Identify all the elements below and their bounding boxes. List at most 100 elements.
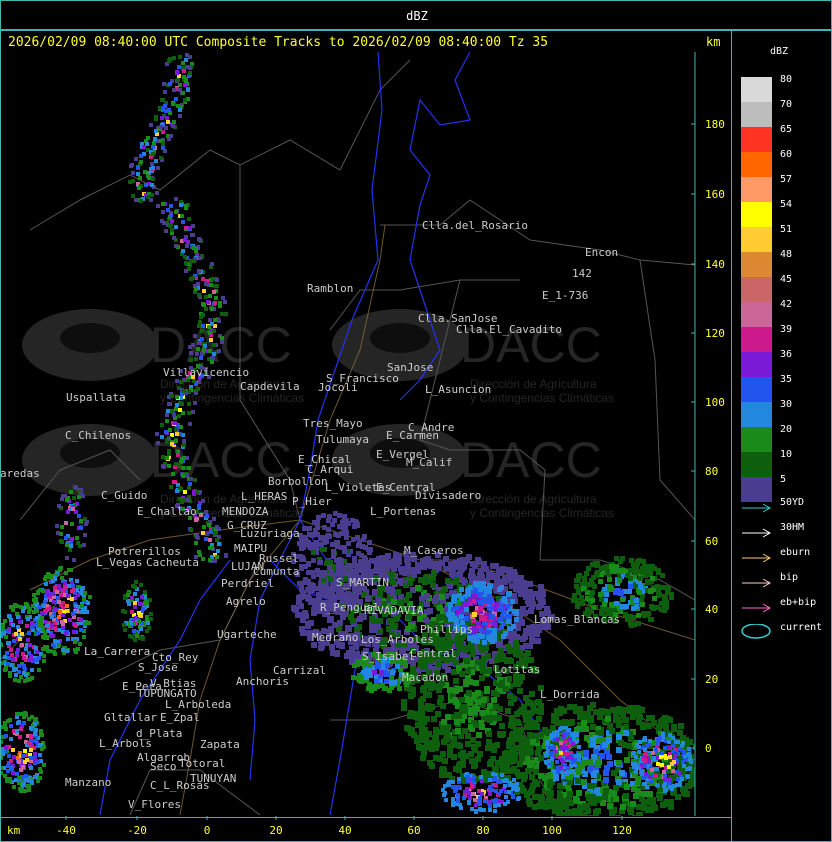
place-label: 142 (572, 267, 592, 280)
legend-swatch-65 (741, 127, 772, 152)
legend-swatch-48 (741, 252, 772, 277)
place-label: C_Guido (101, 489, 147, 502)
place-label: Divisadero (415, 489, 481, 502)
legend-swatch-45 (741, 277, 772, 302)
place-label: Borbollon (268, 475, 328, 488)
legend-value: 36 (780, 349, 793, 360)
place-label: Villavicencio (163, 366, 249, 379)
place-label: Tres_Mayo (303, 417, 363, 430)
place-label: Ugarteche (217, 628, 277, 641)
place-label: V_Flores (128, 798, 181, 811)
place-label: L_Arbols (99, 737, 152, 750)
track-arrow-icon (741, 574, 772, 588)
place-label: Uspallata (66, 391, 126, 404)
track-label: eb+bip (780, 597, 817, 608)
x-axis-bar: km (0, 817, 732, 842)
y-tick-label: 0 (705, 742, 712, 755)
legend-value: 65 (780, 124, 793, 135)
place-label: E_Zpal (160, 711, 200, 724)
legend-value: 5 (780, 474, 787, 485)
legend-swatch-20 (741, 427, 772, 452)
place-label: MENDOZA (222, 505, 269, 518)
place-label: C_L_Rosas (150, 779, 210, 792)
place-label: Jocoli (318, 381, 358, 394)
radar-map[interactable]: DACC Dirección de Agricultura y Contingenc… (0, 0, 832, 842)
place-label: aredas (0, 467, 40, 480)
track-label: 30HM (780, 522, 805, 533)
place-label: P_Hier (292, 495, 332, 508)
place-label: Encon (585, 246, 618, 259)
place-label: S_Isabel (362, 650, 415, 663)
legend-value: 48 (780, 249, 793, 260)
place-label: Clla.El_Cavadito (456, 323, 562, 336)
legend-swatch-30 (741, 402, 772, 427)
legend-value: 39 (780, 324, 793, 335)
place-label: E_Challao (137, 505, 197, 518)
legend-swatch-57 (741, 177, 772, 202)
legend-value: 20 (780, 424, 793, 435)
y-tick-label: 140 (705, 258, 725, 271)
place-label: Tulumaya (316, 433, 369, 446)
place-label: Manzano (65, 776, 111, 789)
place-label: Lomas_Blancas (534, 613, 620, 626)
place-label: RIVADAVIA (364, 604, 424, 617)
legend-value: 45 (780, 274, 793, 285)
legend-value: 60 (780, 149, 793, 160)
y-tick-label: 120 (705, 327, 725, 340)
place-label: Capdevila (240, 380, 300, 393)
place-label: Clla.del_Rosario (422, 219, 528, 232)
legend-swatch-36 (741, 352, 772, 377)
header-timestamp: 2026/02/09 08:40:00 UTC Composite Tracks… (8, 35, 549, 50)
place-label: L_Dorrida (540, 688, 600, 701)
place-label: L_Vegas (96, 556, 142, 569)
track-label: 50YD (780, 497, 805, 508)
place-label: Los_Arboles (361, 633, 434, 646)
place-label: SanJose (387, 361, 433, 374)
track-arrow-icon (741, 524, 772, 538)
legend-swatch-60 (741, 152, 772, 177)
place-label: Agrelo (226, 595, 266, 608)
place-label: E_Carmen (386, 429, 439, 442)
legend-swatch-35 (741, 377, 772, 402)
legend-swatch-80 (741, 77, 772, 102)
legend-value: 80 (780, 74, 793, 85)
place-label: E_1-736 (542, 289, 588, 302)
watermark-brand: DACC (150, 317, 292, 373)
track-arrow-icon (741, 499, 772, 513)
place-label: Perdriel (221, 577, 274, 590)
place-label: Lotitas (494, 663, 540, 676)
track-label: bip (780, 572, 799, 583)
legend-swatch-70 (741, 102, 772, 127)
place-label: M_Calif (406, 456, 452, 469)
place-label: Luzuriaga (240, 527, 300, 540)
y-tick-label: 40 (705, 603, 718, 616)
y-tick-label: 80 (705, 465, 718, 478)
legend-value: 54 (780, 199, 793, 210)
legend-value: 10 (780, 449, 793, 460)
watermark-line1: Dirección de Agricultura (470, 492, 597, 506)
place-label: S_Jose (138, 661, 178, 674)
track-arrow-icon (741, 599, 772, 613)
place-label: L_Asuncion (425, 383, 491, 396)
legend-swatch-39 (741, 327, 772, 352)
y-axis-unit: km (706, 35, 721, 49)
place-label: La_Carrera (84, 645, 150, 658)
place-label: Seco (150, 760, 177, 773)
y-tick-label: 180 (705, 118, 725, 131)
y-tick-label: 20 (705, 673, 718, 686)
track-arrow-icon (741, 549, 772, 563)
legend-value: 30 (780, 399, 793, 410)
place-label: Ramblon (307, 282, 353, 295)
legend-swatch-10 (741, 452, 772, 477)
watermark-brand: DACC (460, 432, 602, 488)
legend-swatch-54 (741, 202, 772, 227)
y-axis-ticks: 180 160 140 120 100 80 60 40 20 0 (691, 118, 725, 755)
y-tick-label: 100 (705, 396, 725, 409)
place-label: C_Chilenos (65, 429, 131, 442)
place-label: Central (410, 647, 456, 660)
current-ellipse-icon (741, 623, 771, 639)
legend-value: 57 (780, 174, 793, 185)
place-label: Medrano (312, 631, 358, 644)
legend-value: 51 (780, 224, 793, 235)
place-label: S_MARTIN (336, 576, 389, 589)
